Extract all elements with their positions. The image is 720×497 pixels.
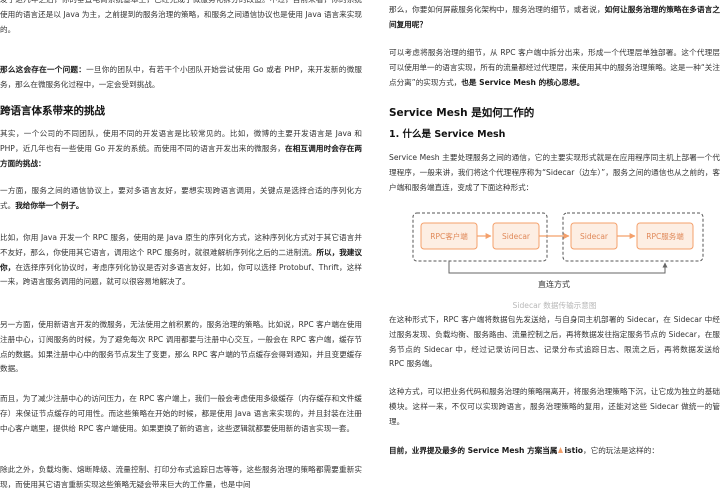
istio-lead: 目前，业界提及最多的 Service Mesh 方案当属 (389, 446, 558, 455)
paragraph-sidecar-flow: 在这种形式下，RPC 客户端将数据包先发送给，与自身同主机部署的 Sidecar… (389, 313, 720, 372)
heading-challenge: 跨语言体系带来的挑战 (0, 105, 105, 117)
paragraph-protocol: 一方面，服务之间的通信协议上，要对多语言友好，要想实现跨语言调用，关键点是选择合… (0, 184, 362, 214)
paragraph-serialization: 比如，你用 Java 开发一个 RPC 服务，使用的是 Java 原生的序列化方… (0, 231, 362, 290)
istio-name: istio (564, 446, 584, 455)
intro-text: 发了这几年之后，你的垂直电商系统基本上，已经完成了微服务化拆分的改造。不过，目前… (0, 0, 362, 34)
isolation-text: 这种方式，可以把业务代码和服务治理的策略隔离开，将服务治理策略下沉，让它成为独立… (389, 387, 720, 426)
paragraph-proxy: 可以考虑将服务治理的细节，从 RPC 客户端中拆分出来，形成一个代理层单独部署。… (389, 46, 720, 90)
direct-connection-arrow (448, 261, 668, 274)
sidecar-client-label: Sidecar (502, 232, 531, 241)
sidecar-server-label: Sidecar (580, 232, 609, 241)
problem-lead: 那么这会存在一个问题： (0, 65, 87, 74)
strategies-text: 除此之外，负载均衡、熔断降级、流量控制、打印分布式追踪日志等等，这些服务治理的策… (0, 465, 362, 489)
paragraph-strategies: 除此之外，负载均衡、熔断降级、流量控制、打印分布式追踪日志等等，这些服务治理的策… (0, 463, 362, 493)
governance-text: 另一方面，使用新语言开发的微服务，无法使用之前积累的，服务治理的策略。比如说，R… (0, 320, 362, 374)
heading-how-mesh-works: Service Mesh 是如何工作的 (389, 107, 535, 119)
paragraph-sidecar-intro: Service Mesh 主要处理服务之间的通信，它的主要实现形式就是在应用程序… (389, 151, 720, 195)
rpc-client-label: RPC客户端 (430, 231, 468, 241)
left-column: 发了这几年之后，你的垂直电商系统基本上，已经完成了微服务化拆分的改造。不过，目前… (0, 0, 362, 497)
paragraph-languages: 其实，一个公司的不同团队，使用不同的开发语言是比较常见的。比如，微博的主要开发语… (0, 127, 362, 171)
direct-connection-label: 直连方式 (538, 279, 570, 289)
paragraph-governance: 另一方面，使用新语言开发的微服务，无法使用之前积累的，服务治理的策略。比如说，R… (0, 318, 362, 377)
paragraph-intro: 发了这几年之后，你的垂直电商系统基本上，已经完成了微服务化拆分的改造。不过，目前… (0, 0, 362, 37)
serialization-text-2: 在选择序列化协议时，考虑序列化协议是否对多语言友好，比如，你可以选择 Proto… (0, 262, 362, 287)
paragraph-problem: 那么这会存在一个问题：一旦你的团队中，有若干个小团队开始尝试使用 Go 或者 P… (0, 63, 362, 93)
cache-text: 而且，为了减少注册中心的访问压力，在 RPC 客户端上，我们一般会考虑使用多级缓… (0, 394, 362, 433)
proxy-emphasis: 也是 Service Mesh 的核心思想。 (461, 77, 585, 87)
figure-caption: Sidecar 数据传输示意图 (512, 300, 597, 310)
serialization-text: 比如，你用 Java 开发一个 RPC 服务，使用的是 Java 原生的序列化方… (0, 233, 362, 257)
istio-rest: ，它的玩法是这样的： (583, 446, 659, 455)
sidecar-flow-text: 在这种形式下，RPC 客户端将数据包先发送给，与自身同主机部署的 Sidecar… (389, 315, 720, 369)
sidecar-intro-text: Service Mesh 主要处理服务之间的通信，它的主要实现形式就是在应用程序… (389, 153, 720, 192)
sidecar-diagram: RPC客户端 Sidecar Sidecar RPC服务端 直连方式 Sidec… (389, 209, 720, 310)
sidecar-diagram-svg: RPC客户端 Sidecar Sidecar RPC服务端 直连方式 (412, 212, 704, 289)
protocol-emphasis: 我给你举一个例子。 (15, 200, 84, 210)
rpc-server-label: RPC服务端 (646, 231, 684, 241)
paragraph-isolation: 这种方式，可以把业务代码和服务治理的策略隔离开，将服务治理策略下沉，让它成为独立… (389, 385, 720, 429)
paragraph-reuse-question: 那么，你要如何屏蔽服务化架构中，服务治理的细节，或者说，如何让服务治理的策略在多… (389, 3, 720, 33)
paragraph-cache: 而且，为了减少注册中心的访问压力，在 RPC 客户端上，我们一般会考虑使用多级缓… (0, 392, 362, 436)
paragraph-istio: 目前，业界提及最多的 Service Mesh 方案当属 istio，它的玩法是这… (389, 444, 720, 459)
reuse-text: 那么，你要如何屏蔽服务化架构中，服务治理的细节，或者说， (389, 5, 605, 14)
right-column: 那么，你要如何屏蔽服务化架构中，服务治理的细节，或者说，如何让服务治理的策略在多… (389, 0, 720, 497)
heading-what-is-mesh: 1. 什么是 Service Mesh (389, 129, 506, 140)
